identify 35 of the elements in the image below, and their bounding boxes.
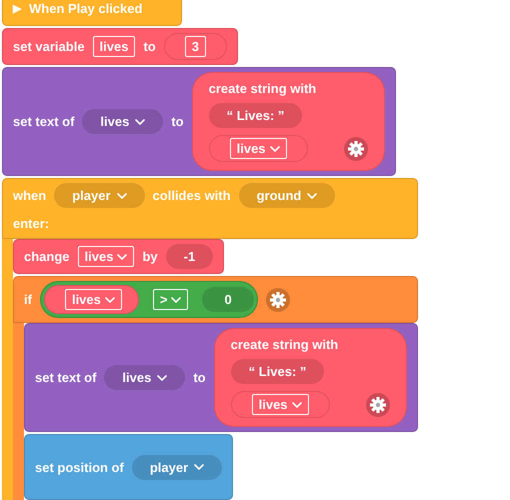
variable-dropdown[interactable]: lives (64, 289, 122, 310)
value-field[interactable]: lives (92, 36, 136, 57)
settings-icon[interactable] (266, 288, 290, 312)
variable-dropdown[interactable]: lives (78, 246, 134, 267)
settings-icon[interactable] (366, 392, 390, 416)
value-pill[interactable]: 0 (202, 287, 254, 312)
variable-dropdown[interactable]: > (152, 289, 188, 310)
block-label: When Play clicked (29, 0, 142, 16)
block-label: to (143, 39, 156, 54)
block-label: set text of (35, 370, 96, 385)
block-label: enter: (13, 216, 50, 230)
block-label: if (24, 292, 32, 307)
variable-dropdown[interactable]: lives (230, 138, 287, 159)
block-label: when (13, 188, 46, 203)
block-label: collides with (152, 188, 231, 203)
value-pill[interactable]: -1 (166, 244, 214, 269)
value-pill[interactable]: “ Lives: ” (230, 359, 324, 384)
block-label: to (171, 114, 184, 129)
value-pill[interactable]: “ Lives: ” (208, 103, 302, 128)
value-field[interactable]: 3 (184, 36, 206, 57)
dropdown-pill[interactable]: ground (238, 183, 336, 208)
block-label: set position of (35, 460, 124, 474)
play-icon: ▶ (13, 2, 21, 14)
block-label: create string with (208, 81, 318, 96)
block-label: set variable (13, 39, 85, 54)
block-label: set text of (13, 114, 74, 129)
dropdown-pill[interactable]: lives (104, 365, 186, 390)
settings-icon[interactable] (344, 136, 368, 160)
block-label: change (24, 249, 70, 264)
block-label: create string with (230, 337, 340, 352)
variable-dropdown[interactable]: lives (252, 394, 309, 415)
dropdown-pill[interactable]: lives (82, 109, 164, 134)
block-label: to (193, 370, 206, 385)
block-label: by (142, 249, 158, 264)
dropdown-pill[interactable]: player (54, 183, 145, 208)
